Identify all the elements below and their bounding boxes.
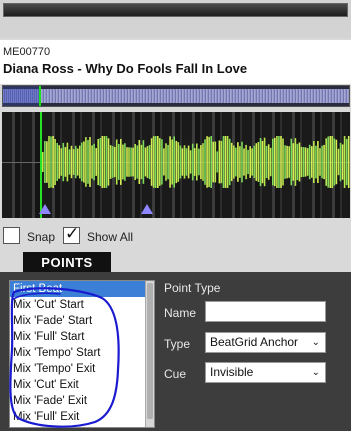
toolbar-band	[3, 3, 348, 17]
overview-waveform[interactable]	[2, 85, 350, 107]
cue-marker-icon[interactable]	[39, 204, 51, 214]
list-item[interactable]: N...	[10, 425, 154, 427]
name-input[interactable]	[205, 301, 326, 322]
show-all-label: Show All	[87, 230, 134, 244]
detail-waveform[interactable]	[2, 112, 350, 218]
list-item[interactable]: Mix 'Fade' Start	[10, 313, 154, 329]
tab-points[interactable]: POINTS	[23, 252, 111, 273]
list-item[interactable]: Mix 'Cut' Exit	[10, 377, 154, 393]
type-dropdown[interactable]: BeatGrid Anchor ⌄	[205, 332, 326, 353]
list-item[interactable]: First Beat	[10, 281, 154, 297]
name-label: Name	[164, 306, 197, 320]
list-item[interactable]: Mix 'Full' Exit	[10, 409, 154, 425]
list-item[interactable]: Mix 'Full' Start	[10, 329, 154, 345]
overview-wave	[3, 89, 349, 103]
type-dropdown-value: BeatGrid Anchor	[210, 335, 299, 349]
waveform-options: Snap Show All	[0, 222, 351, 252]
overview-played-region	[3, 86, 39, 106]
chevron-down-icon: ⌄	[311, 337, 320, 348]
cue-marker-icon[interactable]	[141, 204, 153, 214]
chevron-down-icon: ⌄	[311, 367, 320, 378]
points-list[interactable]: First Beat Mix 'Cut' Start Mix 'Fade' Star…	[9, 280, 155, 428]
playhead[interactable]	[40, 112, 42, 218]
snap-label: Snap	[27, 230, 56, 244]
detail-wave-shape	[42, 136, 350, 188]
point-type-heading: Point Type	[164, 281, 221, 295]
cue-label: Cue	[164, 367, 187, 381]
list-item[interactable]: Mix 'Tempo' Exit	[10, 361, 154, 377]
cue-dropdown[interactable]: Invisible ⌄	[205, 362, 326, 383]
show-all-checkbox[interactable]	[63, 224, 80, 244]
snap-checkbox[interactable]	[3, 227, 20, 244]
overview-position-marker[interactable]	[39, 86, 41, 106]
cue-dropdown-value: Invisible	[210, 365, 254, 379]
scrollbar-thumb[interactable]	[147, 283, 153, 419]
list-item[interactable]: Mix 'Tempo' Start	[10, 345, 154, 361]
toolbar-strip	[0, 0, 351, 38]
list-item[interactable]: Mix 'Cut' Start	[10, 297, 154, 313]
points-list-scrollbar[interactable]	[145, 281, 154, 427]
list-item[interactable]: Mix 'Fade' Exit	[10, 393, 154, 409]
track-code: ME00770	[3, 46, 51, 58]
type-label: Type	[164, 337, 191, 351]
track-title: Diana Ross - Why Do Fools Fall In Love	[3, 61, 248, 76]
